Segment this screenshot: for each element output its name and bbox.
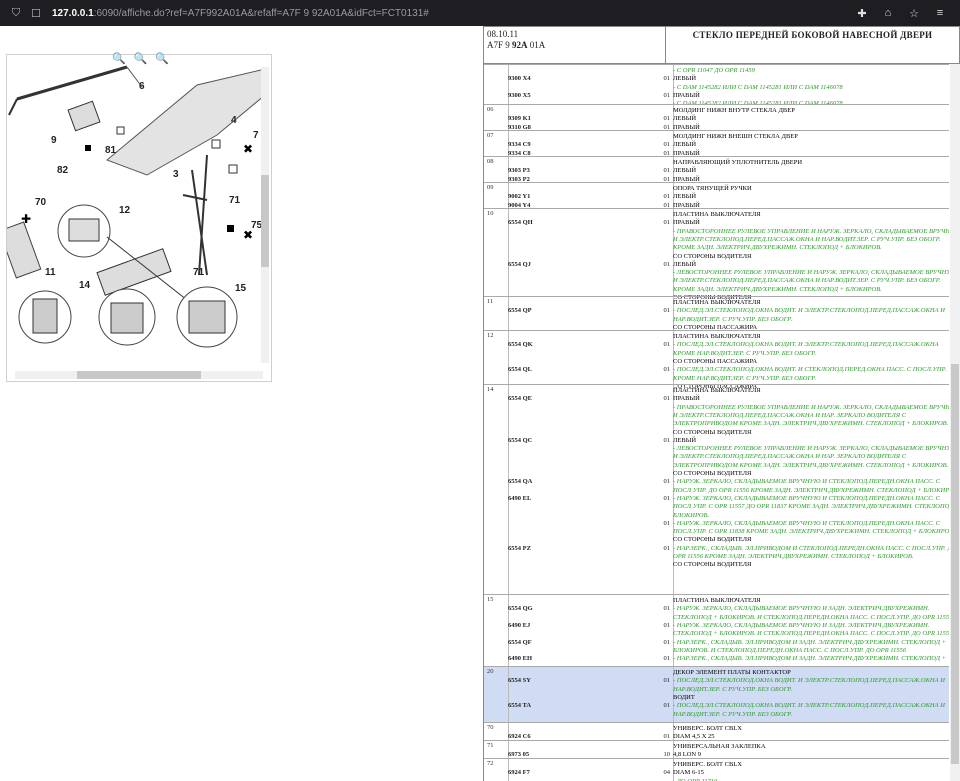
item-number: 71 xyxy=(487,742,494,749)
callout-6: 6 xyxy=(139,81,145,92)
exploded-view-drawing: ✖ ✖ ✚ xyxy=(7,65,266,348)
callout-4: 4 xyxy=(231,115,237,126)
callout-71: 71 xyxy=(229,195,241,206)
page-title: СТЕКЛО ПЕРЕДНЕЙ БОКОВОЙ НАВЕСНОЙ ДВЕРИ xyxy=(692,30,933,40)
table-row[interactable]: 10 ПЛАСТИНА ВЫКЛЮЧАТЕЛЯ 6554 QH 01 ПРАВЫЙ - П… xyxy=(484,208,949,301)
table-row[interactable]: 11 ПЛАСТИНА ВЫКЛЮЧАТЕЛЯ 6554 QP 01- ПОСЛЕД.… xyxy=(484,296,949,331)
diagram-vertical-scroll-thumb[interactable] xyxy=(261,175,269,267)
row-line: - ДО OPR 11710 xyxy=(508,777,949,781)
menu-icon[interactable]: ≡ xyxy=(932,5,948,21)
row-line: 6490 EH 01- НАР.ЗЕРК., СКЛАДЫВ. ЭЛ.ПРИВОД… xyxy=(508,654,949,663)
table-row[interactable]: 08 НАПРАВЛЯЮЩИЙ УПЛОТНИТЕЛЬ ДВЕРИ 9303 P3 0… xyxy=(484,156,949,183)
callout-70: 70 xyxy=(35,197,47,208)
table-row[interactable]: 14 ПЛАСТИНА ВЫКЛЮЧАТЕЛЯ 6554 QE 01 ПРАВЫЙ - П… xyxy=(484,384,949,594)
table-row[interactable]: 15 ПЛАСТИНА ВЫКЛЮЧАТЕЛЯ 6554 QG 01- НАРУЖ. … xyxy=(484,594,949,666)
diagram-horizontal-scroll-thumb[interactable] xyxy=(77,371,201,379)
callout-15: 15 xyxy=(235,283,247,294)
item-number: 15 xyxy=(487,596,494,603)
part-description: СО СТОРОНЫ ВОДИТЕЛЯ xyxy=(673,561,752,569)
zoom-out-icon[interactable]: 🔍 xyxy=(134,52,148,65)
header-code: A7F 9 92A 01A xyxy=(487,40,546,50)
parts-list-pane: 08.10.11 A7F 9 92A 01A СТЕКЛО ПЕРЕДНЕЙ Б… xyxy=(481,26,960,781)
part-ref[interactable]: 6490 EH xyxy=(508,654,628,663)
callout-14: 14 xyxy=(79,280,91,291)
address-bar[interactable]: 127.0.0.1:6090/affiche.do?ref=A7F992A01A… xyxy=(52,8,429,19)
svg-text:✖: ✖ xyxy=(243,142,253,156)
table-row[interactable]: 12 ПЛАСТИНА ВЫКЛЮЧАТЕЛЯ 6554 QK 01- ПОСЛЕД.… xyxy=(484,330,949,390)
item-number: 14 xyxy=(487,386,494,393)
item-number: 11 xyxy=(487,298,494,305)
item-number: 12 xyxy=(487,332,494,339)
parts-header: 08.10.11 A7F 9 92A 01A СТЕКЛО ПЕРЕДНЕЙ Б… xyxy=(483,26,960,64)
item-number: 20 xyxy=(487,668,494,675)
callout-11: 11 xyxy=(45,267,56,278)
browser-toolbar: ⛉ ☐ 127.0.0.1:6090/affiche.do?ref=A7F992… xyxy=(0,0,960,26)
callout-82: 82 xyxy=(57,165,69,176)
url-path: :6090/affiche.do?ref=A7F992A01A&refaff=A… xyxy=(93,7,429,19)
row-line: СО СТОРОНЫ ВОДИТЕЛЯ xyxy=(508,560,949,569)
table-row[interactable]: - С OPR 11047 ДО OPR 11459 9300 X4 01 ЛЕВЫЙ… xyxy=(484,64,949,107)
url-host: 127.0.0.1 xyxy=(52,7,94,19)
callout-3: 3 xyxy=(173,169,179,180)
zoom-in-icon[interactable]: 🔍 xyxy=(112,52,126,65)
item-number: 72 xyxy=(487,760,494,767)
header-left: 08.10.11 A7F 9 92A 01A xyxy=(484,27,666,63)
table-row[interactable]: 07 МОЛДИНГ НИЖН ВНЕШН СТЕКЛА ДВЕР 9334 C9 0… xyxy=(484,130,949,157)
row-line: НАР.ВОДИТ.ЗЕР. С РУЧ.УПР. БЕЗ ОБОГР. xyxy=(508,710,949,719)
table-row[interactable]: 71 УНИВЕРСАЛЬНАЯ ЗАКЛЕПКА 6973 05 10 4,8 LON… xyxy=(484,740,949,758)
table-row[interactable]: 70 УНИВЕРС. БОЛТ CBLX 6924 C6 01 DIAM 4,5 X … xyxy=(484,722,949,740)
callout-7: 7 xyxy=(253,130,259,141)
callout-81: 81 xyxy=(105,145,117,156)
zoom-pan-icon[interactable]: 🔍 xyxy=(155,52,169,65)
part-description: - НАР.ЗЕРК., СКЛАДЫВ. ЭЛ.ПРИВОДОМ И ЗАДН… xyxy=(673,655,946,663)
item-number: 07 xyxy=(487,132,494,139)
parts-vertical-scrollbar[interactable] xyxy=(950,64,960,781)
parts-scroll-thumb[interactable] xyxy=(951,364,959,764)
part-description: - ДО OPR 11710 xyxy=(673,777,949,781)
callout-12: 12 xyxy=(119,205,131,216)
part-qty: 01 xyxy=(663,655,671,663)
callout-71b: 71 xyxy=(193,267,205,278)
parts-table: - С OPR 11047 ДО OPR 11459 9300 X4 01 ЛЕВЫЙ… xyxy=(483,64,949,781)
home-icon[interactable]: ⌂ xyxy=(880,5,896,21)
bookmark-star-icon[interactable]: ☆ xyxy=(906,5,922,21)
shield-icon[interactable]: ⛉ xyxy=(8,5,24,21)
extension-icon[interactable]: ✚ xyxy=(854,5,870,21)
page-info-icon[interactable]: ☐ xyxy=(28,5,44,21)
item-number: 08 xyxy=(487,158,494,165)
item-number: 06 xyxy=(487,106,494,113)
table-row[interactable]: 09 ОПОРА ТЯНУЩЕЙ РУЧКИ 9002 Y1 01 ЛЕВЫЙ 9004 … xyxy=(484,182,949,209)
table-row[interactable]: 20 ДЕКОР ЭЛЕМЕНТ ПЛАТЫ КОНТАКТОР 6554 SY 01… xyxy=(484,666,949,722)
item-number: 09 xyxy=(487,184,494,191)
parts-diagram[interactable]: ✖ ✖ ✚ 6 9 81 82 3 4 7 71 70 12 75 11 14 … xyxy=(6,54,272,382)
diagram-pane: 🔍 🔍 🔍 ✖ ✖ ✚ 6 9 81 82 3 4 7 71 70 12 75 … xyxy=(0,26,480,781)
item-number: 10 xyxy=(487,210,494,217)
table-row[interactable]: 06 МОЛДИНГ НИЖН ВНУТР СТЕКЛА ДВЕР 9309 K1 0… xyxy=(484,104,949,131)
diagram-zoom-toolbar: 🔍 🔍 🔍 xyxy=(112,52,169,65)
item-number: 70 xyxy=(487,724,494,731)
part-description: НАР.ВОДИТ.ЗЕР. С РУЧ.УПР. БЕЗ ОБОГР. xyxy=(673,710,793,718)
callout-9: 9 xyxy=(51,135,57,146)
header-date: 08.10.11 xyxy=(487,29,519,39)
table-row[interactable]: 72УНИВЕРС. БОЛТ CBLX6924 F704DIAM 6-15- … xyxy=(484,758,949,781)
